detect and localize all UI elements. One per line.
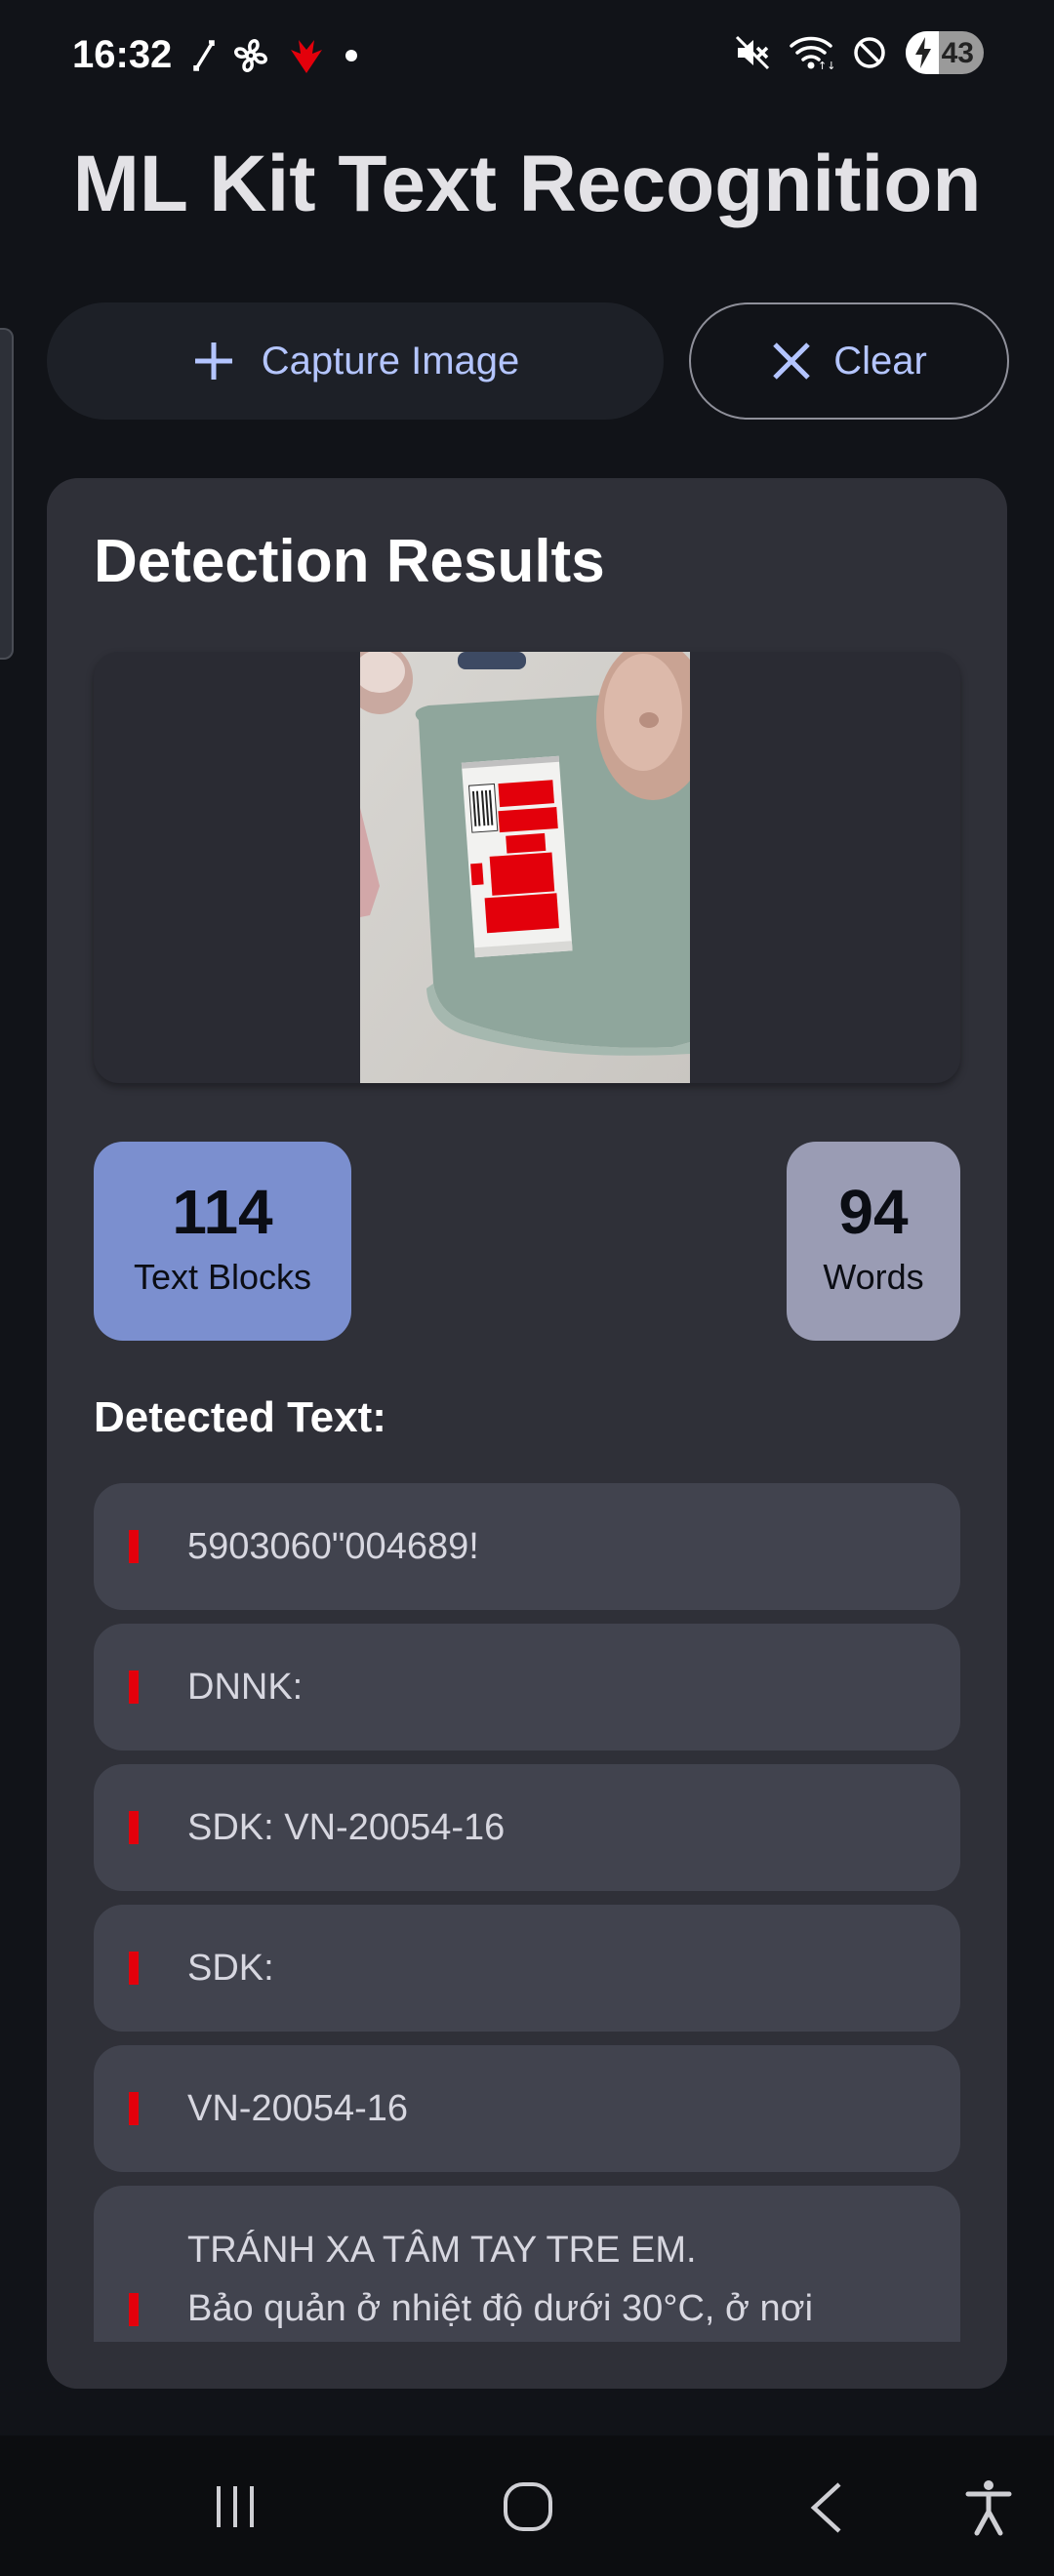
captured-image-frame (94, 652, 960, 1083)
text-blocks-count: 114 (172, 1177, 273, 1247)
list-item[interactable]: SDK: VN-20054-16 (94, 1764, 960, 1891)
clear-button[interactable]: Clear (689, 302, 1009, 420)
wifi-icon: ↑↓ (790, 36, 833, 71)
notification-icons (191, 35, 361, 76)
list-item[interactable]: SDK: (94, 1905, 960, 2032)
status-time: 16:32 (72, 33, 173, 76)
text-blocks-chip: 114 Text Blocks (94, 1142, 351, 1341)
svg-text:↑↓: ↑↓ (818, 60, 833, 71)
battery-icon: 43 (906, 31, 984, 74)
text-blocks-label: Text Blocks (133, 1257, 312, 1297)
app-red-icon (291, 40, 322, 73)
dnd-icon (854, 37, 885, 68)
dot-icon (345, 50, 357, 61)
highlight-bar (129, 1530, 139, 1563)
words-label: Words (823, 1257, 924, 1297)
detected-text-heading: Detected Text: (94, 1393, 386, 1441)
detected-text: TRÁNH XA TÂM TAY TRE EM. Bảo quản ở nhiệ… (187, 2230, 814, 2329)
edge-panel-handle[interactable] (0, 328, 14, 660)
highlight-bar (129, 1670, 139, 1704)
detected-text: SDK: VN-20054-16 (187, 1807, 506, 1848)
detected-text: 5903060"004689! (187, 1526, 479, 1567)
back-icon[interactable] (806, 2480, 845, 2535)
detection-results-card: Detection Results 114 Text Blocks 94 Wor… (47, 478, 1007, 2389)
list-item[interactable]: DNNK: (94, 1624, 960, 1751)
battery-level: 43 (941, 37, 974, 69)
plus-icon (194, 342, 232, 380)
navigation-bar (0, 2435, 1054, 2576)
highlight-bar (129, 1952, 139, 1985)
words-chip: 94 Words (787, 1142, 960, 1341)
detected-text: DNNK: (187, 1667, 304, 1708)
system-icons: ↑↓ 43 (734, 31, 984, 74)
close-icon (773, 342, 810, 380)
recent-apps-icon[interactable] (211, 2482, 260, 2531)
card-title: Detection Results (94, 528, 605, 595)
accessibility-icon[interactable] (964, 2478, 1013, 2537)
home-icon[interactable] (502, 2480, 554, 2533)
status-bar: 16:32 ↑↓ 43 (0, 0, 1054, 117)
capture-image-button[interactable]: Capture Image (47, 302, 664, 420)
words-count: 94 (838, 1177, 909, 1247)
mute-icon (735, 35, 770, 70)
highlight-bar (129, 1811, 139, 1844)
detected-text: VN-20054-16 (187, 2088, 409, 2129)
list-item[interactable]: VN-20054-16 (94, 2045, 960, 2172)
highlight-bar (129, 2092, 139, 2125)
list-item[interactable]: 5903060"004689! (94, 1483, 960, 1610)
fan-icon (234, 39, 267, 72)
capture-image-label: Capture Image (261, 339, 520, 382)
detected-text: SDK: (187, 1948, 274, 1989)
captured-photo (360, 652, 690, 1083)
clear-label: Clear (833, 339, 927, 382)
highlight-bar (129, 2293, 139, 2326)
app-title: ML Kit Text Recognition (72, 140, 982, 228)
arrows-icon (193, 40, 215, 71)
